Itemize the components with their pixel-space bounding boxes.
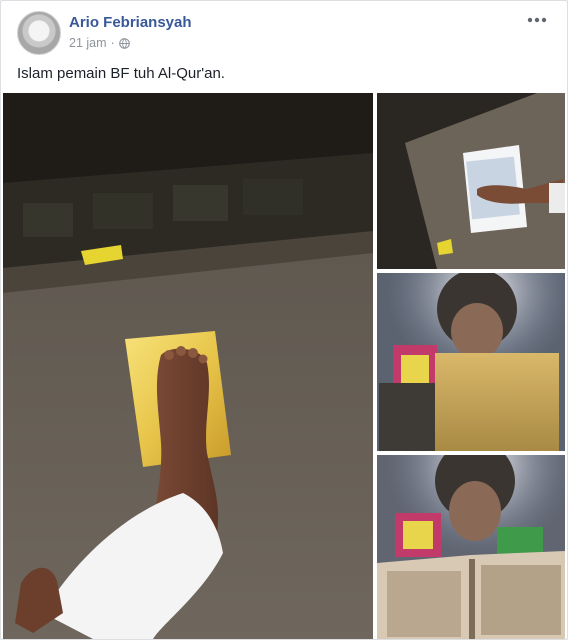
photo-2[interactable] (377, 93, 565, 269)
timestamp[interactable]: 21 jam (69, 36, 107, 50)
meta-separator: · (110, 36, 115, 50)
post-meta: 21 jam · (69, 36, 130, 50)
photo-main[interactable] (3, 93, 373, 639)
photo-3[interactable] (377, 273, 565, 451)
more-options-icon[interactable] (525, 13, 549, 27)
post-card: Ario Febriansyah 21 jam · Islam pemain B… (0, 0, 568, 640)
post-text: Islam pemain BF tuh Al-Qur'an. (17, 65, 225, 82)
avatar[interactable] (17, 11, 61, 55)
photo-4[interactable] (377, 455, 565, 639)
author-name[interactable]: Ario Febriansyah (69, 14, 192, 31)
globe-icon[interactable] (118, 37, 130, 49)
